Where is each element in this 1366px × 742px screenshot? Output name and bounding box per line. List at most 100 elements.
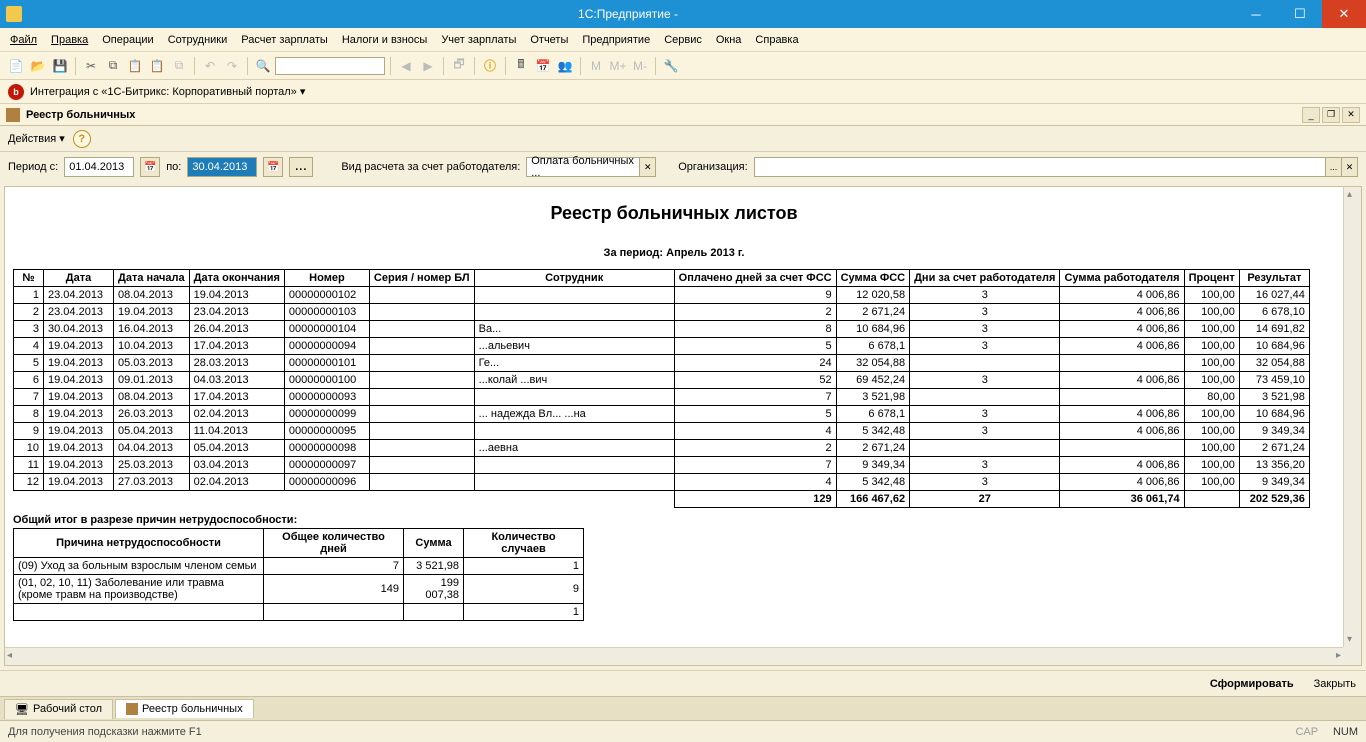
report-title: Реестр больничных листов [13,203,1335,224]
actions-bar: Действия ▾ ? [0,126,1366,152]
summary-table: Причина нетрудоспособностиОбщее количест… [13,528,584,621]
maximize-button[interactable]: ☐ [1278,0,1322,28]
undo-icon[interactable]: ↶ [200,56,220,76]
doc-minimize[interactable]: _ [1302,107,1320,123]
mminus-icon[interactable]: M- [630,56,650,76]
doc-icon [126,703,138,715]
doc-title: Реестр больничных [26,109,135,121]
table-row[interactable]: 419.04.201310.04.201317.04.2013000000000… [14,338,1310,355]
menu-salary[interactable]: Расчет зарплаты [241,34,328,46]
date-to-picker[interactable]: 📅 [263,157,283,177]
search-icon[interactable]: 🔍 [253,56,273,76]
nav-fwd-icon[interactable]: ▶ [418,56,438,76]
calc-type-label: Вид расчета за счет работодателя: [341,161,520,173]
search-input[interactable] [275,57,385,75]
status-cap: CAP [1295,726,1317,738]
bitrix-bar: b Интеграция с «1С-Битрикс: Корпоративны… [0,80,1366,104]
close-button[interactable]: ✕ [1322,0,1366,28]
window-title: 1С:Предприятие - [22,7,1234,21]
report-subtitle [13,228,1335,243]
doc-restore[interactable]: ❐ [1322,107,1340,123]
menu-file[interactable]: Файл [10,34,37,46]
clone-icon[interactable]: ⧉ [169,56,189,76]
date-from-picker[interactable]: 📅 [140,157,160,177]
menu-accounting[interactable]: Учет зарплаты [441,34,516,46]
table-row[interactable]: 519.04.201305.03.201328.03.2013000000001… [14,355,1310,372]
date-to-input[interactable] [187,157,257,177]
copy-icon[interactable]: ⧉ [103,56,123,76]
footer-actions: Сформировать Закрыть [0,670,1366,696]
bitrix-label[interactable]: Интеграция с «1С-Битрикс: Корпоративный … [30,85,305,98]
date-from-input[interactable] [64,157,134,177]
calendar-icon[interactable]: 📅 [533,56,553,76]
cut-icon[interactable]: ✂ [81,56,101,76]
table-row[interactable]: 223.04.201319.04.201323.04.2013000000001… [14,304,1310,321]
desktop-icon: 🖥 [15,703,29,716]
open-icon[interactable]: 📂 [28,56,48,76]
menu-reports[interactable]: Отчеты [530,34,568,46]
menu-taxes[interactable]: Налоги и взносы [342,34,428,46]
app-icon [6,6,22,22]
report-area: Реестр больничных листов За период: Апре… [4,186,1362,666]
table-row[interactable]: 330.04.201316.04.201326.04.2013000000001… [14,321,1310,338]
org-combo[interactable]: ... ✕ [754,157,1358,177]
table-row[interactable]: 819.04.201326.03.201302.04.2013000000000… [14,406,1310,423]
paste-icon[interactable]: 📋 [125,56,145,76]
report-scroll[interactable]: Реестр больничных листов За период: Апре… [5,187,1343,647]
doc-icon [6,108,20,122]
table-row[interactable]: 719.04.201308.04.201317.04.2013000000000… [14,389,1310,406]
toolbar: 📄 📂 💾 ✂ ⧉ 📋 📋 ⧉ ↶ ↷ 🔍 ◀ ▶ 🗗 ⓘ 🖩 📅 👥 M M+… [0,52,1366,80]
windows-icon[interactable]: 🗗 [449,56,469,76]
table-row[interactable]: 1019.04.201304.04.201305.04.201300000000… [14,440,1310,457]
nav-back-icon[interactable]: ◀ [396,56,416,76]
people-icon[interactable]: 👥 [555,56,575,76]
menu-service[interactable]: Сервис [664,34,702,46]
save-icon[interactable]: 💾 [50,56,70,76]
bitrix-icon: b [8,84,24,100]
new-icon[interactable]: 📄 [6,56,26,76]
scrollbar-vertical[interactable] [1343,187,1361,647]
scroll-corner [1343,647,1361,665]
scrollbar-horizontal[interactable] [5,647,1343,665]
doc-header: Реестр больничных _ ❐ ✕ [0,104,1366,126]
table-row[interactable]: 919.04.201305.04.201311.04.2013000000000… [14,423,1310,440]
form-button[interactable]: Сформировать [1200,675,1304,693]
period-from-label: Период с: [8,161,58,173]
paste2-icon[interactable]: 📋 [147,56,167,76]
menu-edit[interactable]: Правка [51,34,88,46]
menu-enterprise[interactable]: Предприятие [582,34,650,46]
doc-close[interactable]: ✕ [1342,107,1360,123]
table-row[interactable]: 1219.04.201327.03.201302.04.201300000000… [14,474,1310,491]
org-label: Организация: [678,161,747,173]
table-row[interactable]: 619.04.201309.01.201304.03.2013000000001… [14,372,1310,389]
actions-dropdown[interactable]: Действия ▾ [8,132,65,145]
calc-icon[interactable]: 🖩 [511,56,531,76]
close-doc-button[interactable]: Закрыть [1314,678,1356,690]
menu-operations[interactable]: Операции [102,34,153,46]
mplus-icon[interactable]: M+ [608,56,628,76]
menu-windows[interactable]: Окна [716,34,742,46]
tab-desktop[interactable]: 🖥 Рабочий стол [4,699,113,719]
statusbar: Для получения подсказки нажмите F1 CAP N… [0,720,1366,742]
menu-help[interactable]: Справка [755,34,798,46]
table-row[interactable]: 123.04.201308.04.201319.04.2013000000001… [14,287,1310,304]
minimize-button[interactable]: ─ [1234,0,1278,28]
redo-icon[interactable]: ↷ [222,56,242,76]
m-icon[interactable]: M [586,56,606,76]
settings-icon[interactable]: 🔧 [661,56,681,76]
menu-employees[interactable]: Сотрудники [168,34,228,46]
period-to-label: по: [166,161,181,173]
help-icon[interactable]: ? [73,130,91,148]
org-dots-icon[interactable]: ... [1325,158,1341,176]
calc-type-combo[interactable]: Оплата больничных ... ✕ [526,157,656,177]
period-dots[interactable]: ... [289,157,313,177]
titlebar: 1С:Предприятие - ─ ☐ ✕ [0,0,1366,28]
status-hint: Для получения подсказки нажмите F1 [8,726,202,738]
org-clear-icon[interactable]: ✕ [1341,158,1357,176]
calc-clear-icon[interactable]: ✕ [639,158,655,176]
tabs: 🖥 Рабочий стол Реестр больничных [0,696,1366,720]
table-row[interactable]: 1119.04.201325.03.201303.04.201300000000… [14,457,1310,474]
tab-registry[interactable]: Реестр больничных [115,699,254,718]
info-icon[interactable]: ⓘ [480,56,500,76]
filter-bar: Период с: 📅 по: 📅 ... Вид расчета за сче… [0,152,1366,182]
